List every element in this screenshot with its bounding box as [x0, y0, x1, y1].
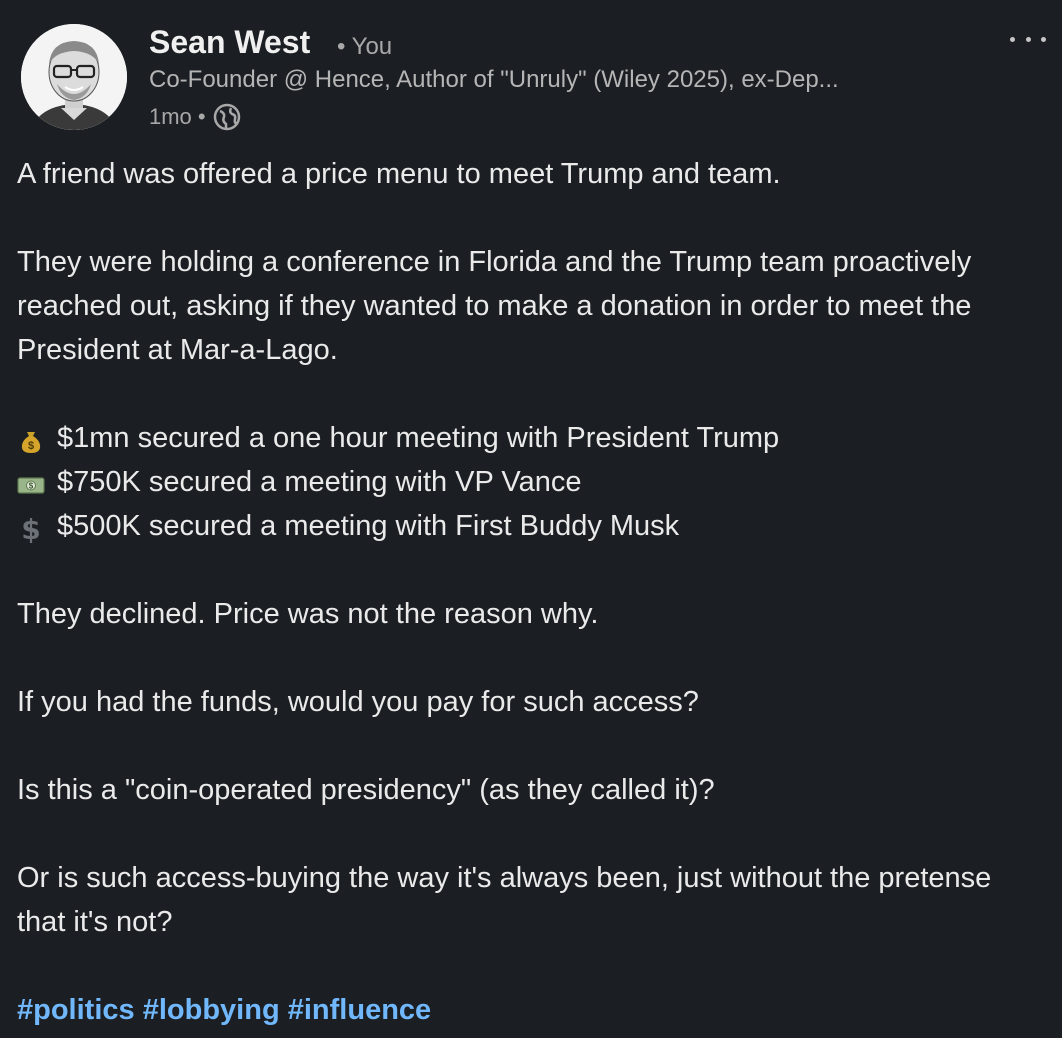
svg-text:$: $ — [28, 440, 34, 452]
hashtag-link[interactable]: #politics — [17, 994, 135, 1026]
dollar-banknote-icon: $ — [17, 468, 45, 496]
post-paragraph: They were holding a conference in Florid… — [17, 246, 972, 366]
list-item-text: $500K secured a meeting with First Buddy… — [57, 510, 680, 542]
post-paragraph: If you had the funds, would you pay for … — [17, 686, 699, 718]
post-timestamp-row: 1mo • — [149, 102, 242, 132]
author-headline: Co-Founder @ Hence, Author of "Unruly" (… — [149, 66, 839, 93]
list-item: $ $1mn secured a one hour meeting with P… — [17, 416, 1037, 460]
hashtag-link[interactable]: #influence — [288, 994, 431, 1026]
post-paragraph: They declined. Price was not the reason … — [17, 598, 599, 630]
author-name[interactable]: Sean West — [149, 24, 310, 61]
svg-text:$: $ — [29, 482, 34, 491]
post-timestamp: 1mo • — [149, 104, 206, 129]
post-body: A friend was offered a price menu to mee… — [17, 152, 1037, 1032]
author-avatar[interactable] — [21, 24, 127, 130]
svg-text:$: $ — [21, 515, 40, 543]
dollar-sign-icon: $ — [17, 512, 45, 546]
hashtag-row: #politics #lobbying #influence — [17, 988, 1037, 1032]
globe-icon — [212, 102, 242, 132]
person-portrait-icon — [21, 24, 127, 130]
list-item: $ $750K secured a meeting with VP Vance — [17, 460, 1037, 504]
list-item-text: $1mn secured a one hour meeting with Pre… — [57, 422, 780, 454]
more-options-icon[interactable] — [1010, 28, 1046, 50]
list-item: $ $500K secured a meeting with First Bud… — [17, 504, 1037, 548]
post-paragraph: Is this a "coin-operated presidency" (as… — [17, 774, 715, 806]
menu-dot — [1041, 36, 1046, 42]
post-paragraph: A friend was offered a price menu to mee… — [17, 158, 781, 190]
money-bag-icon: $ — [17, 424, 45, 453]
list-item-text: $750K secured a meeting with VP Vance — [57, 466, 582, 498]
post-paragraph: Or is such access-buying the way it's al… — [17, 862, 992, 938]
menu-dot — [1010, 36, 1015, 42]
author-relationship: • You — [337, 33, 393, 60]
feed-post: Sean West • You Co-Founder @ Hence, Auth… — [0, 0, 1062, 1038]
hashtag-link[interactable]: #lobbying — [143, 994, 280, 1026]
menu-dot — [1025, 36, 1031, 42]
